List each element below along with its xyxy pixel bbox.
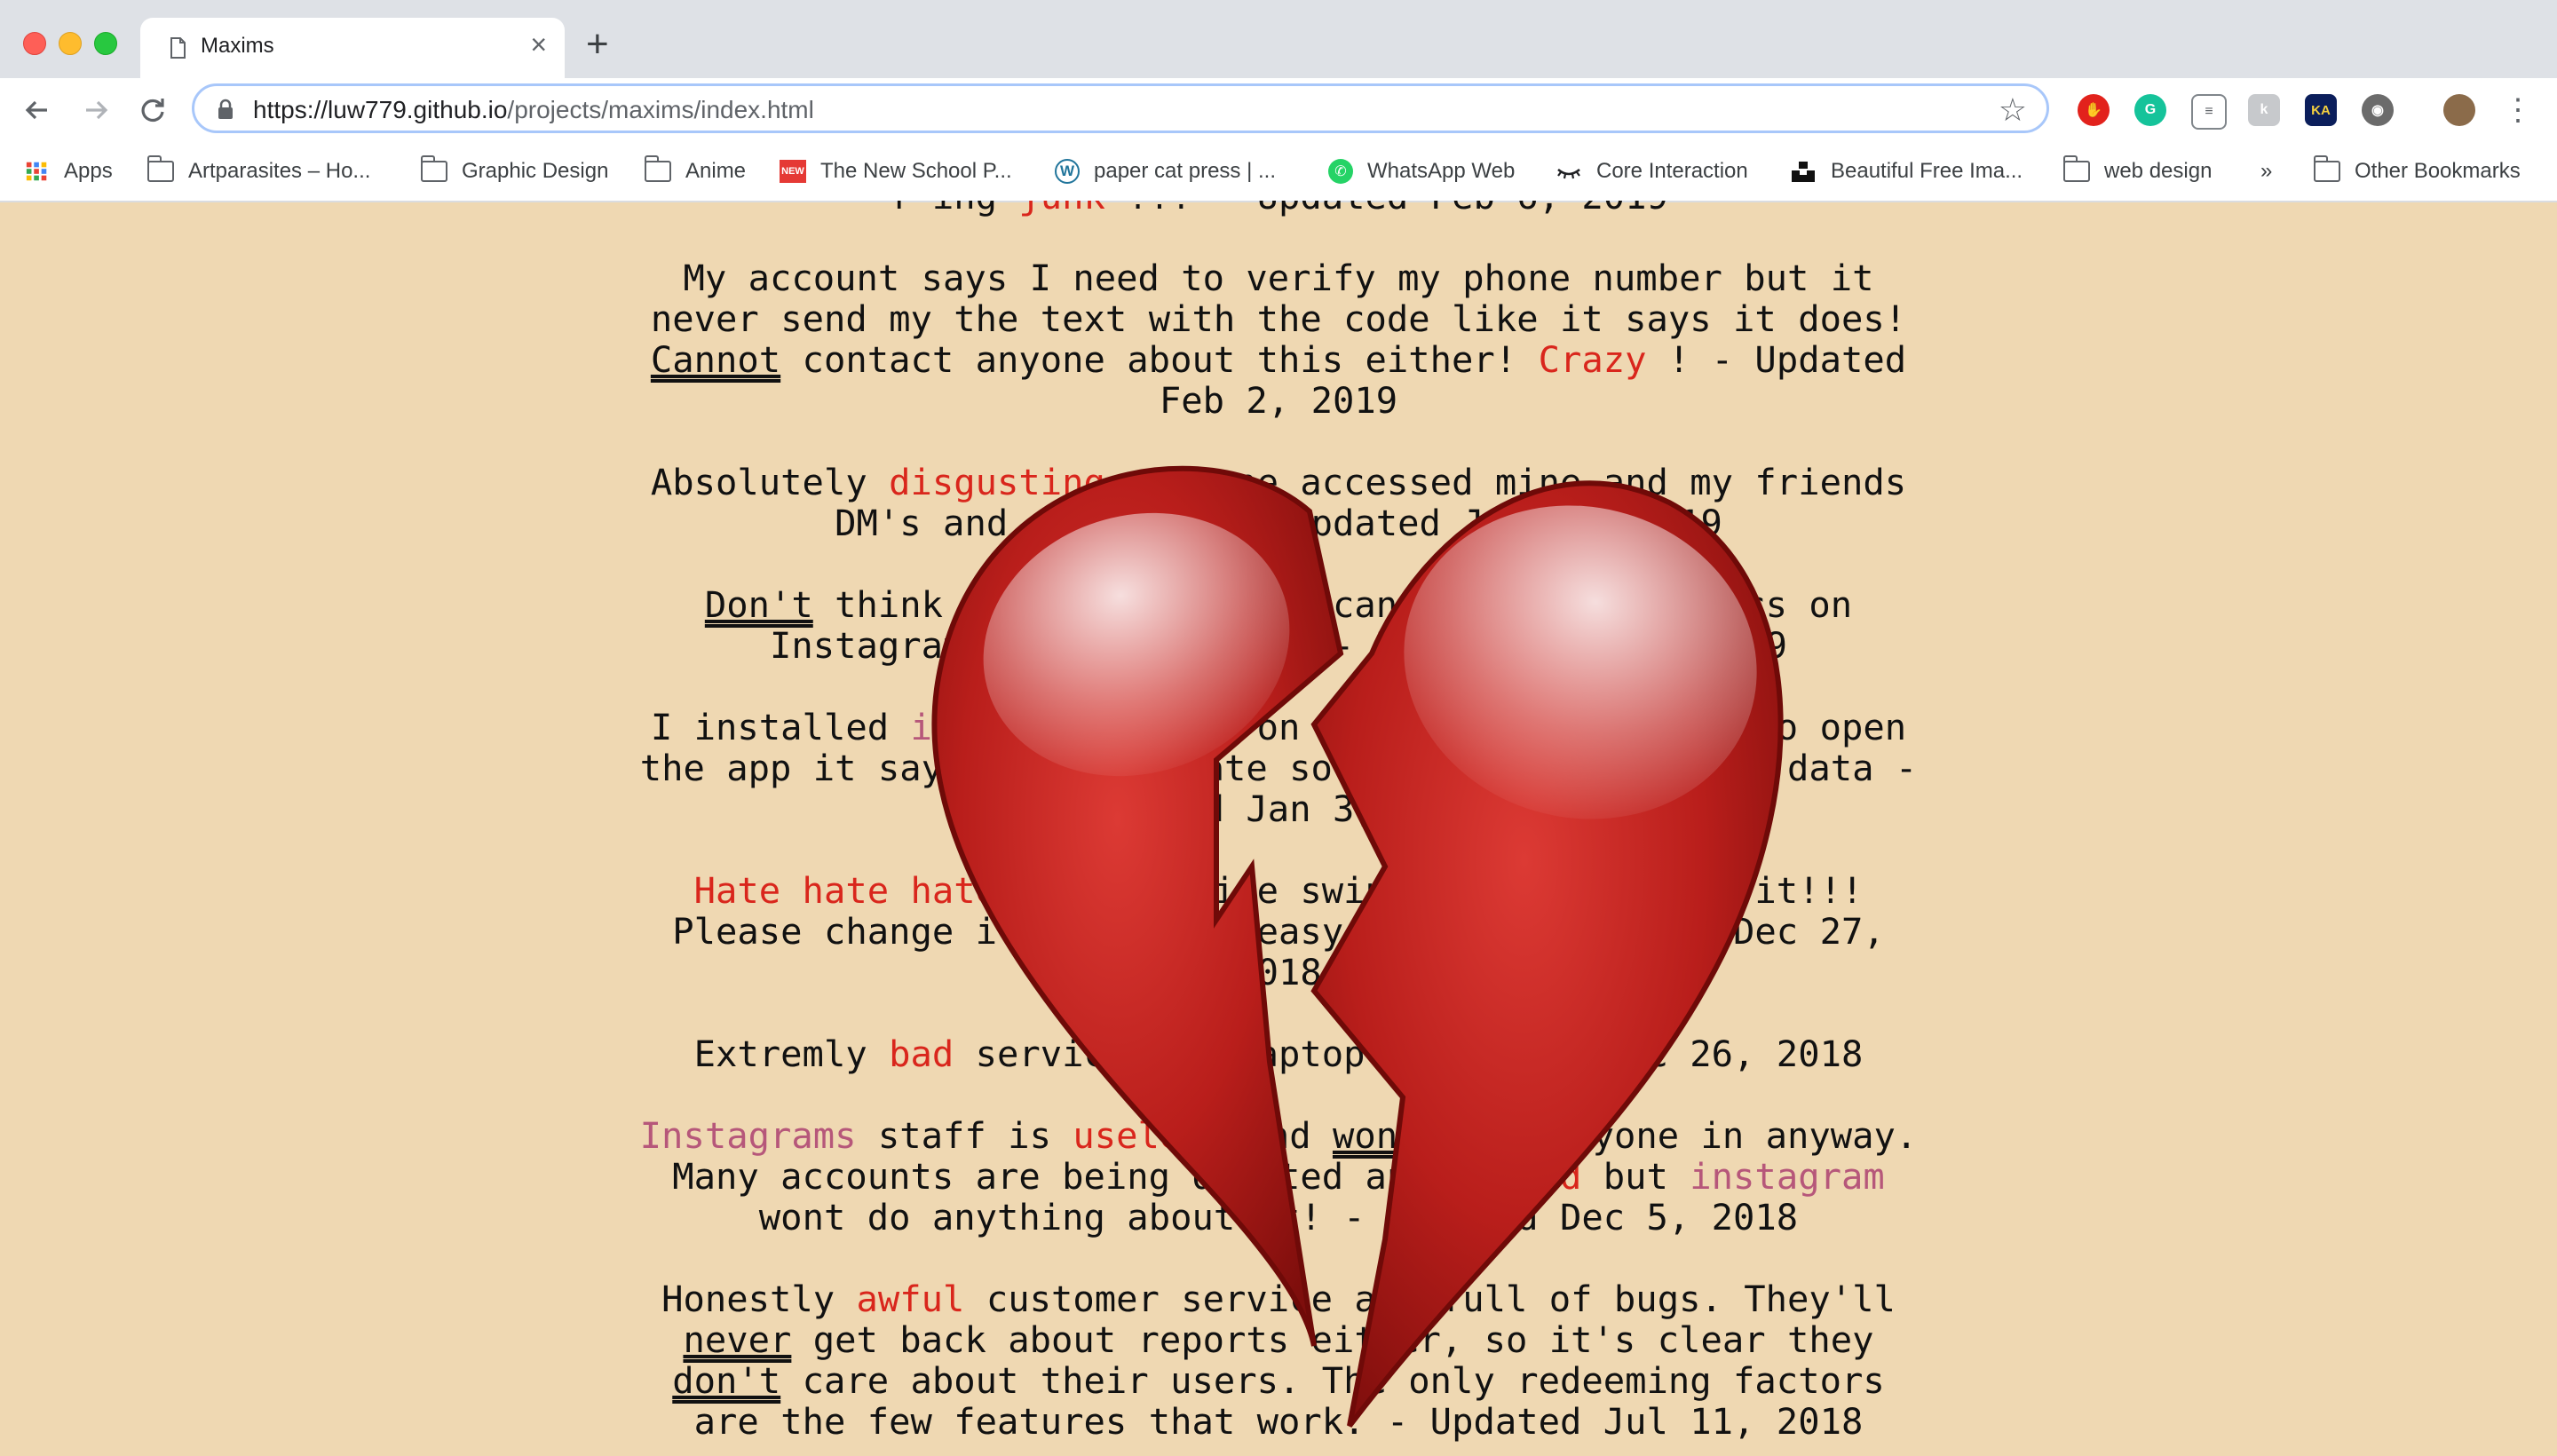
review-text: Honestly bbox=[661, 1278, 857, 1320]
review-paragraph: f-ing junk !!! - Updated Feb 6, 2019 bbox=[639, 201, 1918, 217]
bookmark-other-bookmarks[interactable]: Other Bookmarks bbox=[2313, 154, 2521, 189]
bookmark-beautiful-free-images[interactable]: Beautiful Free Ima... bbox=[1790, 154, 2023, 189]
bookmark-label: Anime bbox=[685, 159, 747, 183]
highlight-red-word: Crazy bbox=[1538, 338, 1647, 381]
page-content: f-ing junk !!! - Updated Feb 6, 2019 My a… bbox=[0, 201, 2557, 1456]
adblock-icon[interactable]: ✋ bbox=[2078, 94, 2110, 126]
toolbar: https://luw779.github.io/projects/maxims… bbox=[0, 78, 2557, 142]
keep-icon[interactable]: k bbox=[2248, 94, 2280, 126]
unsplash-icon bbox=[1792, 162, 1815, 182]
forward-arrow-icon[interactable] bbox=[71, 85, 121, 135]
closed-eye-icon bbox=[1557, 169, 1580, 179]
review-text: f-ing bbox=[889, 201, 1018, 218]
bookmark-label: web design bbox=[2104, 159, 2213, 183]
bookmark-core-interaction[interactable]: Core Interaction bbox=[1556, 154, 1748, 189]
bookmark-label: Beautiful Free Ima... bbox=[1831, 159, 2023, 183]
window-minimize-button[interactable] bbox=[59, 32, 82, 55]
review-text: Absolutely bbox=[650, 461, 890, 503]
new-school-icon: NEW bbox=[780, 160, 806, 183]
new-tab-button[interactable]: + bbox=[586, 25, 609, 64]
bookmark-label: paper cat press | ... bbox=[1094, 159, 1276, 183]
khan-academy-icon[interactable]: KA bbox=[2305, 94, 2337, 126]
bookmark-paper-cat-press[interactable]: W paper cat press | ... bbox=[1055, 154, 1276, 189]
menu-kebab-icon[interactable]: ⋮ bbox=[2493, 85, 2543, 135]
highlight-pink-word: Instagrams bbox=[639, 1114, 857, 1157]
underlined-word: never bbox=[683, 1318, 792, 1361]
bookmark-new-school[interactable]: NEW The New School P... bbox=[780, 154, 1012, 189]
folder-icon bbox=[146, 155, 174, 182]
broken-heart-icon bbox=[931, 465, 1784, 1428]
bookmark-label: Apps bbox=[64, 159, 113, 183]
bookmark-label: The New School P... bbox=[820, 159, 1012, 183]
review-text: contact anyone about this either! bbox=[780, 338, 1539, 381]
bookmark-label: Artparasites – Ho... bbox=[188, 159, 371, 183]
bookmark-web-design[interactable]: web design bbox=[2062, 154, 2213, 189]
url-text: https://luw779.github.io/projects/maxims… bbox=[253, 96, 814, 124]
underlined-word: Cannot bbox=[650, 338, 781, 381]
bookmark-label: Graphic Design bbox=[462, 159, 609, 183]
highlight-red-word: junk bbox=[1018, 201, 1105, 218]
grammarly-icon[interactable]: G bbox=[2134, 94, 2166, 126]
bookmark-whatsapp[interactable]: ✆ WhatsApp Web bbox=[1328, 154, 1515, 189]
bookmark-graphic-design[interactable]: Graphic Design bbox=[420, 154, 609, 189]
review-text: My account says I need to verify my phon… bbox=[650, 257, 1907, 340]
review-text: !!! - Updated Feb 6, 2019 bbox=[1105, 201, 1668, 218]
folder-icon bbox=[2062, 155, 2090, 182]
url-host: https://luw779.github.io bbox=[253, 96, 508, 123]
bookmark-label: Core Interaction bbox=[1596, 159, 1748, 183]
tab-maxims[interactable]: Maxims × bbox=[140, 18, 565, 78]
address-bar[interactable]: https://luw779.github.io/projects/maxims… bbox=[192, 83, 2049, 133]
review-paragraph: My account says I need to verify my phon… bbox=[639, 257, 1918, 421]
tab-close-icon[interactable]: × bbox=[530, 28, 547, 61]
apps-grid-icon bbox=[26, 162, 47, 181]
underlined-word: don't bbox=[672, 1359, 781, 1402]
wordpress-icon: W bbox=[1055, 159, 1080, 184]
bookmark-label: Other Bookmarks bbox=[2355, 159, 2521, 183]
more-bookmarks-chevron[interactable]: » bbox=[2260, 154, 2272, 189]
review-text: Extremly bbox=[693, 1033, 890, 1075]
folder-icon bbox=[644, 155, 671, 182]
bookmark-anime[interactable]: Anime bbox=[644, 154, 747, 189]
back-arrow-icon[interactable] bbox=[12, 85, 62, 135]
url-path: /projects/maxims/index.html bbox=[507, 96, 814, 123]
bookmark-apps[interactable]: Apps bbox=[25, 154, 113, 189]
tab-title: Maxims bbox=[201, 34, 274, 58]
underlined-word: Don't bbox=[704, 583, 813, 626]
window-maximize-button[interactable] bbox=[94, 32, 117, 55]
reload-icon[interactable] bbox=[128, 85, 178, 135]
page-icon bbox=[170, 37, 186, 59]
folder-icon bbox=[2313, 155, 2340, 182]
window-close-button[interactable] bbox=[23, 32, 46, 55]
bookmark-label: WhatsApp Web bbox=[1367, 159, 1516, 183]
bookmark-artparasites[interactable]: Artparasites – Ho... bbox=[146, 154, 371, 189]
review-text: I installed bbox=[650, 706, 911, 748]
bookmarks-bar: Apps Artparasites – Ho... Graphic Design… bbox=[0, 142, 2557, 202]
lock-icon bbox=[218, 99, 233, 119]
avatar[interactable] bbox=[2443, 94, 2475, 126]
folder-icon bbox=[420, 155, 447, 182]
reader-icon[interactable]: ≡ bbox=[2191, 94, 2227, 130]
whatsapp-icon: ✆ bbox=[1328, 159, 1353, 184]
bookmark-star-icon[interactable]: ☆ bbox=[1999, 91, 2027, 129]
film-icon[interactable]: ◉ bbox=[2362, 94, 2394, 126]
tab-strip: Maxims × + bbox=[0, 0, 2557, 78]
